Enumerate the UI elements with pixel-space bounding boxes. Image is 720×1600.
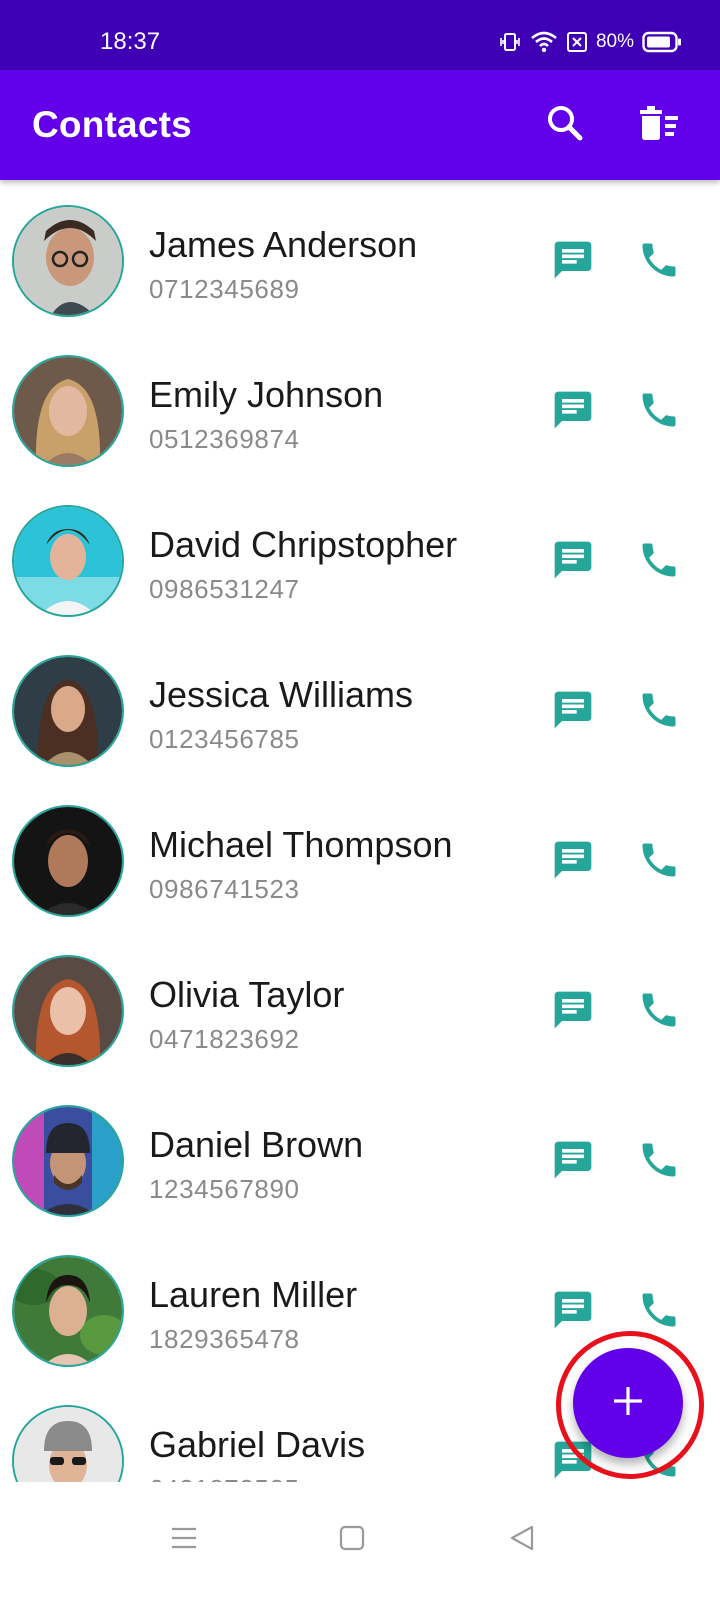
status-bar: 18:37 80% <box>0 0 720 70</box>
contact-phone: 0986531247 <box>149 574 300 604</box>
page-title: Contacts <box>32 104 192 145</box>
message-icon <box>551 238 595 287</box>
message-button[interactable] <box>549 838 597 886</box>
phone-icon <box>637 1288 681 1337</box>
phone-icon <box>637 988 681 1037</box>
contact-row[interactable]: Michael Thompson 0986741523 <box>0 780 720 930</box>
contact-row[interactable]: Emily Johnson 0512369874 <box>0 330 720 480</box>
message-button[interactable] <box>549 538 597 586</box>
wifi-icon <box>530 30 558 54</box>
message-icon <box>551 388 595 437</box>
contact-row[interactable]: Daniel Brown 1234567890 <box>0 1080 720 1230</box>
highlight-circle <box>556 1331 704 1479</box>
message-button[interactable] <box>549 238 597 286</box>
call-button[interactable] <box>635 988 683 1036</box>
contact-phone: 1829365478 <box>149 1324 300 1354</box>
avatar <box>12 1105 124 1217</box>
contact-phone: 0986741523 <box>149 874 300 904</box>
message-icon <box>551 688 595 737</box>
phone-icon <box>637 238 681 287</box>
avatar <box>12 355 124 467</box>
sim-off-icon <box>566 31 588 53</box>
battery-percent: 80% <box>595 31 634 52</box>
nav-back-button[interactable] <box>500 1518 544 1562</box>
contact-phone: 0123456785 <box>149 724 300 754</box>
call-button[interactable] <box>635 1138 683 1186</box>
message-button[interactable] <box>549 988 597 1036</box>
navigation-bar <box>0 1482 720 1600</box>
phone-icon <box>637 388 681 437</box>
contact-row[interactable]: Olivia Taylor 0471823692 <box>0 930 720 1080</box>
phone-icon <box>637 838 681 887</box>
contact-name: Jessica Williams <box>149 674 414 715</box>
app-bar: Contacts <box>0 70 720 180</box>
delete-all-button[interactable] <box>632 98 686 152</box>
call-button[interactable] <box>635 238 683 286</box>
message-icon <box>551 1288 595 1337</box>
avatar <box>12 805 124 917</box>
message-icon <box>551 988 595 1037</box>
status-time: 18:37 <box>100 28 161 55</box>
message-button[interactable] <box>549 1288 597 1336</box>
contact-row[interactable]: Jessica Williams 0123456785 <box>0 630 720 780</box>
search-button[interactable] <box>538 98 592 152</box>
contact-phone: 0512369874 <box>149 424 300 454</box>
contact-name: Daniel Brown <box>149 1124 364 1165</box>
call-button[interactable] <box>635 838 683 886</box>
message-icon <box>551 1138 595 1187</box>
contact-name: Olivia Taylor <box>149 974 345 1015</box>
contact-name: James Anderson <box>149 224 418 265</box>
message-button[interactable] <box>549 688 597 736</box>
phone-icon <box>637 688 681 737</box>
nav-menu-button[interactable] <box>162 1518 206 1562</box>
contact-name: Emily Johnson <box>149 374 384 415</box>
phone-icon <box>637 538 681 587</box>
avatar <box>12 955 124 1067</box>
avatar <box>12 505 124 617</box>
status-icons: 80% <box>498 26 682 58</box>
vibrate-icon <box>498 30 522 54</box>
contact-phone: 6421873535 <box>149 1474 300 1482</box>
avatar <box>12 655 124 767</box>
phone-icon <box>637 1138 681 1187</box>
nav-home-button[interactable] <box>330 1518 374 1562</box>
contact-name: Gabriel Davis <box>149 1424 366 1465</box>
avatar <box>12 205 124 317</box>
back-icon <box>508 1524 536 1557</box>
call-button[interactable] <box>635 1288 683 1336</box>
contact-name: Lauren Miller <box>149 1274 358 1315</box>
contact-list[interactable]: James Anderson 0712345689 Emily Johnson … <box>0 180 720 1482</box>
menu-icon <box>169 1524 199 1557</box>
contact-row[interactable]: David Chripstopher 0986531247 <box>0 480 720 630</box>
avatar <box>12 1405 124 1482</box>
message-icon <box>551 838 595 887</box>
search-icon <box>545 103 585 148</box>
call-button[interactable] <box>635 388 683 436</box>
contact-name: David Chripstopher <box>149 524 458 565</box>
avatar <box>12 1255 124 1367</box>
call-button[interactable] <box>635 688 683 736</box>
call-button[interactable] <box>635 538 683 586</box>
contact-name: Michael Thompson <box>149 824 453 865</box>
delete-sweep-icon <box>637 103 681 148</box>
message-button[interactable] <box>549 388 597 436</box>
message-button[interactable] <box>549 1138 597 1186</box>
contact-phone: 0712345689 <box>149 274 300 304</box>
home-icon <box>338 1524 366 1557</box>
contact-row[interactable]: James Anderson 0712345689 <box>0 180 720 330</box>
battery-icon <box>642 31 682 53</box>
contact-phone: 0471823692 <box>149 1024 300 1054</box>
contact-phone: 1234567890 <box>149 1174 300 1204</box>
message-icon <box>551 538 595 587</box>
